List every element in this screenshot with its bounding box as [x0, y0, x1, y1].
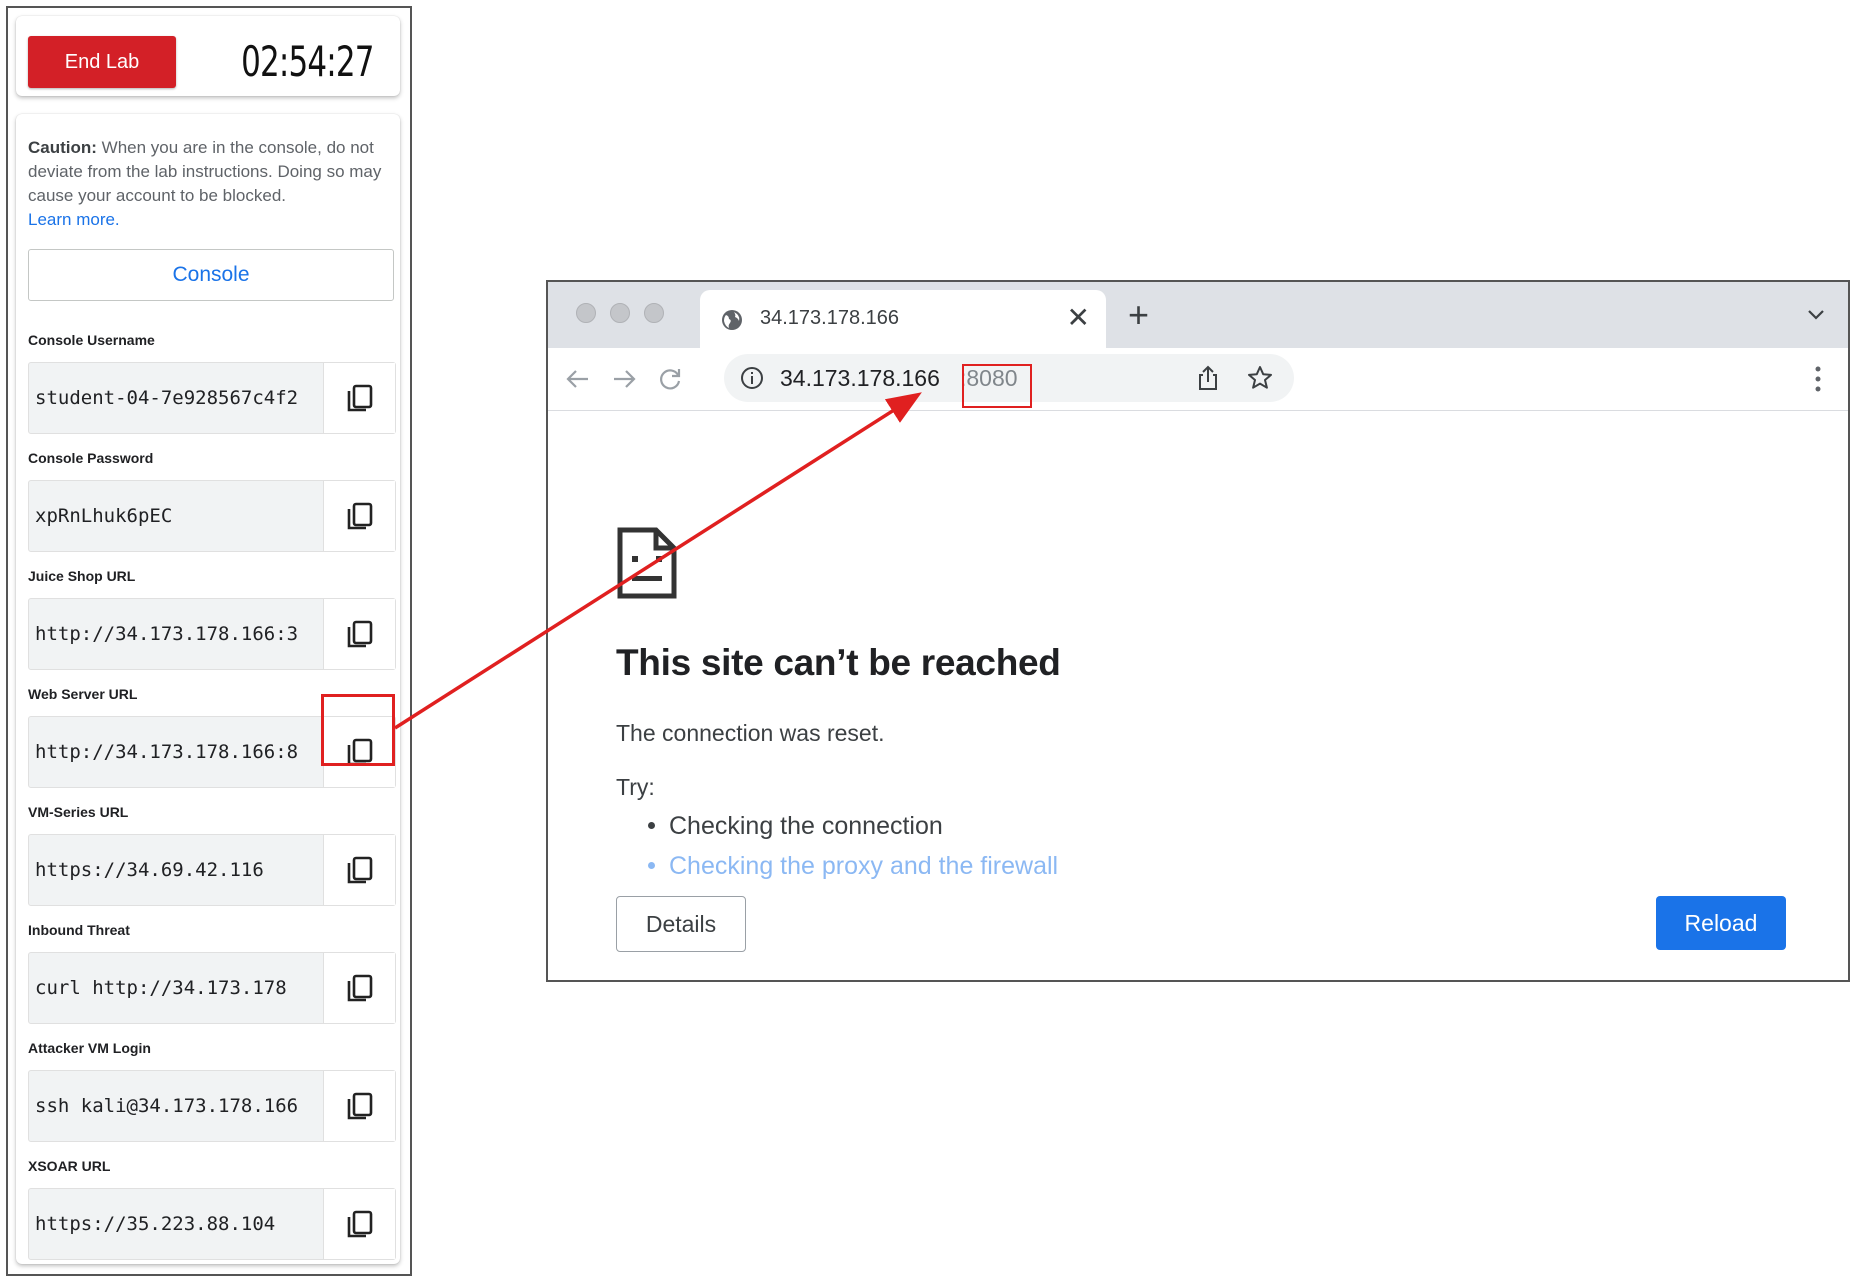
field-value-web-server-url[interactable]: http://34.173.178.166:8 — [35, 717, 315, 787]
field-label-web-server-url: Web Server URL — [28, 686, 138, 702]
details-button[interactable]: Details — [616, 896, 746, 952]
caution-notice: Caution: When you are in the console, do… — [28, 136, 398, 232]
try-label: Try: — [616, 774, 655, 800]
field-value-juice-shop-url[interactable]: http://34.173.178.166:3 — [35, 599, 315, 669]
reload-button[interactable]: Reload — [1656, 896, 1786, 950]
window-zoom-dot[interactable] — [644, 303, 664, 323]
field-label-juice-shop-url: Juice Shop URL — [28, 568, 136, 584]
copy-icon — [347, 974, 372, 1002]
bullet-icon — [648, 822, 655, 829]
field-label-attacker-vm-login: Attacker VM Login — [28, 1040, 151, 1056]
copy-icon — [347, 620, 372, 648]
copy-vm-series-url-button[interactable] — [323, 835, 395, 905]
field-inbound-threat: curl http://34.173.178 — [28, 952, 396, 1024]
caution-label: Caution: — [28, 138, 97, 157]
browser-window: 34.173.178.166 ✕ + 34.173.178.166 :8080 … — [546, 280, 1850, 982]
suggestion-text: Checking the connection — [669, 812, 943, 840]
info-icon[interactable] — [740, 366, 764, 390]
copy-icon — [347, 856, 372, 884]
field-console-username: student-04-7e928567c4f2 — [28, 362, 396, 434]
browser-tab[interactable]: 34.173.178.166 ✕ — [700, 290, 1106, 348]
learn-more-link[interactable]: Learn more. — [28, 208, 398, 232]
url-host: 34.173.178.166 — [780, 365, 940, 391]
copy-icon — [347, 384, 372, 412]
field-value-console-password[interactable]: xpRnLhuk6pEC — [35, 481, 315, 551]
field-console-password: xpRnLhuk6pEC — [28, 480, 396, 552]
bullet-icon — [648, 862, 655, 869]
window-close-dot[interactable] — [576, 303, 596, 323]
field-juice-shop-url: http://34.173.178.166:3 — [28, 598, 396, 670]
error-title: This site can’t be reached — [616, 642, 1061, 683]
copy-console-password-button[interactable] — [323, 481, 395, 551]
field-value-xsoar-url[interactable]: https://35.223.88.104 — [35, 1189, 315, 1259]
copy-inbound-threat-button[interactable] — [323, 953, 395, 1023]
window-minimize-dot[interactable] — [610, 303, 630, 323]
copy-icon — [347, 1210, 372, 1238]
field-vm-series-url: https://34.69.42.116 — [28, 834, 396, 906]
chevron-down-icon[interactable] — [1804, 302, 1828, 326]
sad-page-icon — [617, 527, 677, 599]
tab-title: 34.173.178.166 — [760, 307, 900, 329]
field-xsoar-url: https://35.223.88.104 — [28, 1188, 396, 1260]
plus-icon[interactable]: + — [1128, 294, 1149, 336]
field-value-console-username[interactable]: student-04-7e928567c4f2 — [35, 363, 315, 433]
lab-timer: 02:54:27 — [241, 37, 374, 86]
field-value-vm-series-url[interactable]: https://34.69.42.116 — [35, 835, 315, 905]
error-message: The connection was reset. — [616, 720, 885, 746]
field-label-console-password: Console Password — [28, 450, 154, 466]
suggestion-link-text[interactable]: Checking the proxy and the firewall — [669, 852, 1058, 880]
lab-details: Caution: When you are in the console, do… — [16, 114, 400, 1264]
field-label-inbound-threat: Inbound Threat — [28, 922, 130, 938]
close-icon[interactable]: ✕ — [1067, 290, 1090, 348]
star-icon[interactable] — [1246, 364, 1274, 392]
forward-arrow-icon[interactable] — [610, 365, 638, 393]
lab-header: End Lab 02:54:27 — [16, 16, 400, 96]
field-value-attacker-vm-login[interactable]: ssh kali@34.173.178.166 — [35, 1071, 315, 1141]
more-vert-icon[interactable] — [1804, 364, 1832, 394]
back-arrow-icon[interactable] — [564, 365, 592, 393]
copy-attacker-vm-login-button[interactable] — [323, 1071, 395, 1141]
field-label-vm-series-url: VM-Series URL — [28, 804, 129, 820]
copy-console-username-button[interactable] — [323, 363, 395, 433]
copy-xsoar-url-button[interactable] — [323, 1189, 395, 1259]
share-icon[interactable] — [1194, 364, 1222, 392]
field-label-console-username: Console Username — [28, 332, 155, 348]
end-lab-button[interactable]: End Lab — [28, 36, 176, 88]
reload-icon[interactable] — [656, 365, 684, 393]
globe-icon — [722, 310, 742, 330]
copy-icon — [347, 502, 372, 530]
lab-panel: End Lab 02:54:27 Caution: When you are i… — [6, 6, 412, 1276]
port-highlight — [962, 364, 1032, 408]
field-value-inbound-threat[interactable]: curl http://34.173.178 — [35, 953, 315, 1023]
copy-juice-shop-url-button[interactable] — [323, 599, 395, 669]
console-button[interactable]: Console — [28, 249, 394, 301]
suggestion-item: Checking the connection — [648, 812, 943, 841]
field-attacker-vm-login: ssh kali@34.173.178.166 — [28, 1070, 396, 1142]
field-label-xsoar-url: XSOAR URL — [28, 1158, 111, 1174]
suggestion-link[interactable]: Checking the proxy and the firewall — [648, 852, 1058, 881]
copy-icon — [347, 1092, 372, 1120]
copy-button-highlight — [321, 694, 395, 766]
browser-titlebar: 34.173.178.166 ✕ + — [548, 282, 1848, 348]
browser-toolbar: 34.173.178.166 :8080 — [548, 348, 1848, 411]
